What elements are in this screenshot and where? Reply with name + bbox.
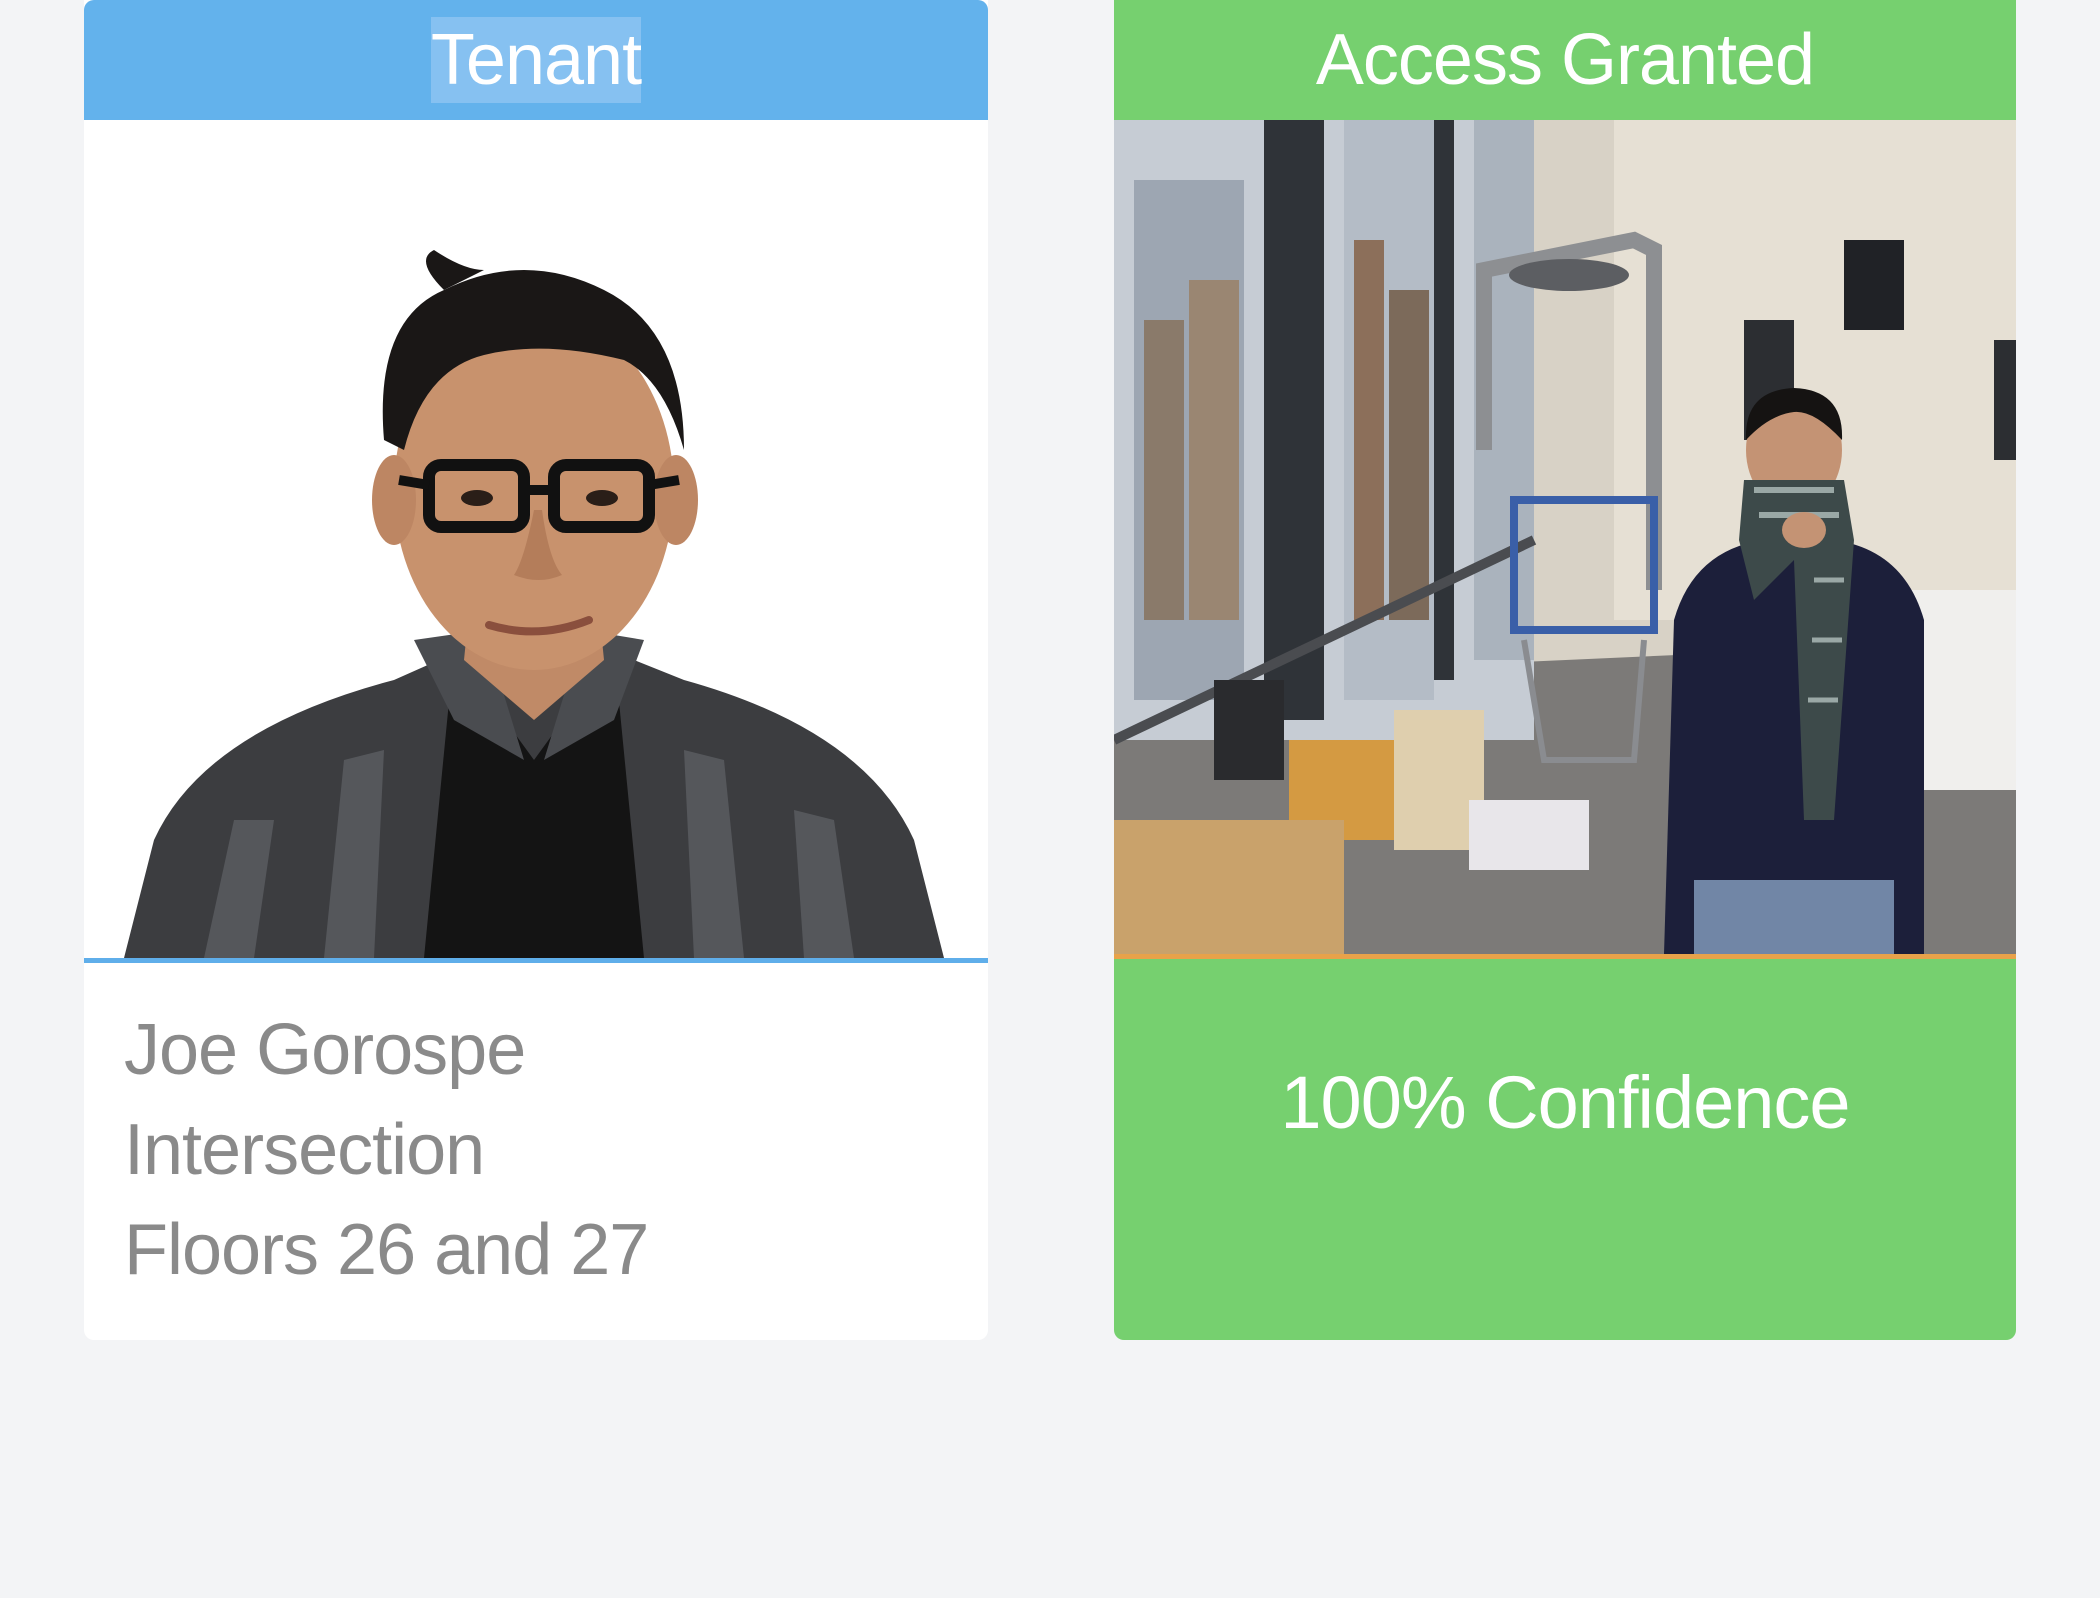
confidence-score: 100% Confidence xyxy=(1280,1061,1850,1144)
access-status-label: Access Granted xyxy=(1315,20,1815,100)
tenant-photo xyxy=(84,120,988,958)
tenant-floors: Floors 26 and 27 xyxy=(124,1210,649,1290)
camera-snapshot xyxy=(1114,120,2016,954)
tenant-card: Tenant Joe Gorospe Intersection Floors 2… xyxy=(84,0,988,1340)
photo-divider xyxy=(84,958,988,963)
tenant-details: Joe Gorospe Intersection Floors 26 and 2… xyxy=(124,1000,649,1300)
person-portrait-icon xyxy=(84,120,988,958)
tenant-header: Tenant xyxy=(84,0,988,120)
camera-divider xyxy=(1114,954,2016,959)
tenant-header-label[interactable]: Tenant xyxy=(430,17,642,103)
access-header: Access Granted xyxy=(1114,0,2016,120)
tenant-company: Intersection xyxy=(124,1110,485,1190)
camera-feed-icon xyxy=(1114,120,2016,954)
access-card: Access Granted 100% Confidence xyxy=(1114,0,2016,1340)
tenant-name: Joe Gorospe xyxy=(124,1010,526,1090)
